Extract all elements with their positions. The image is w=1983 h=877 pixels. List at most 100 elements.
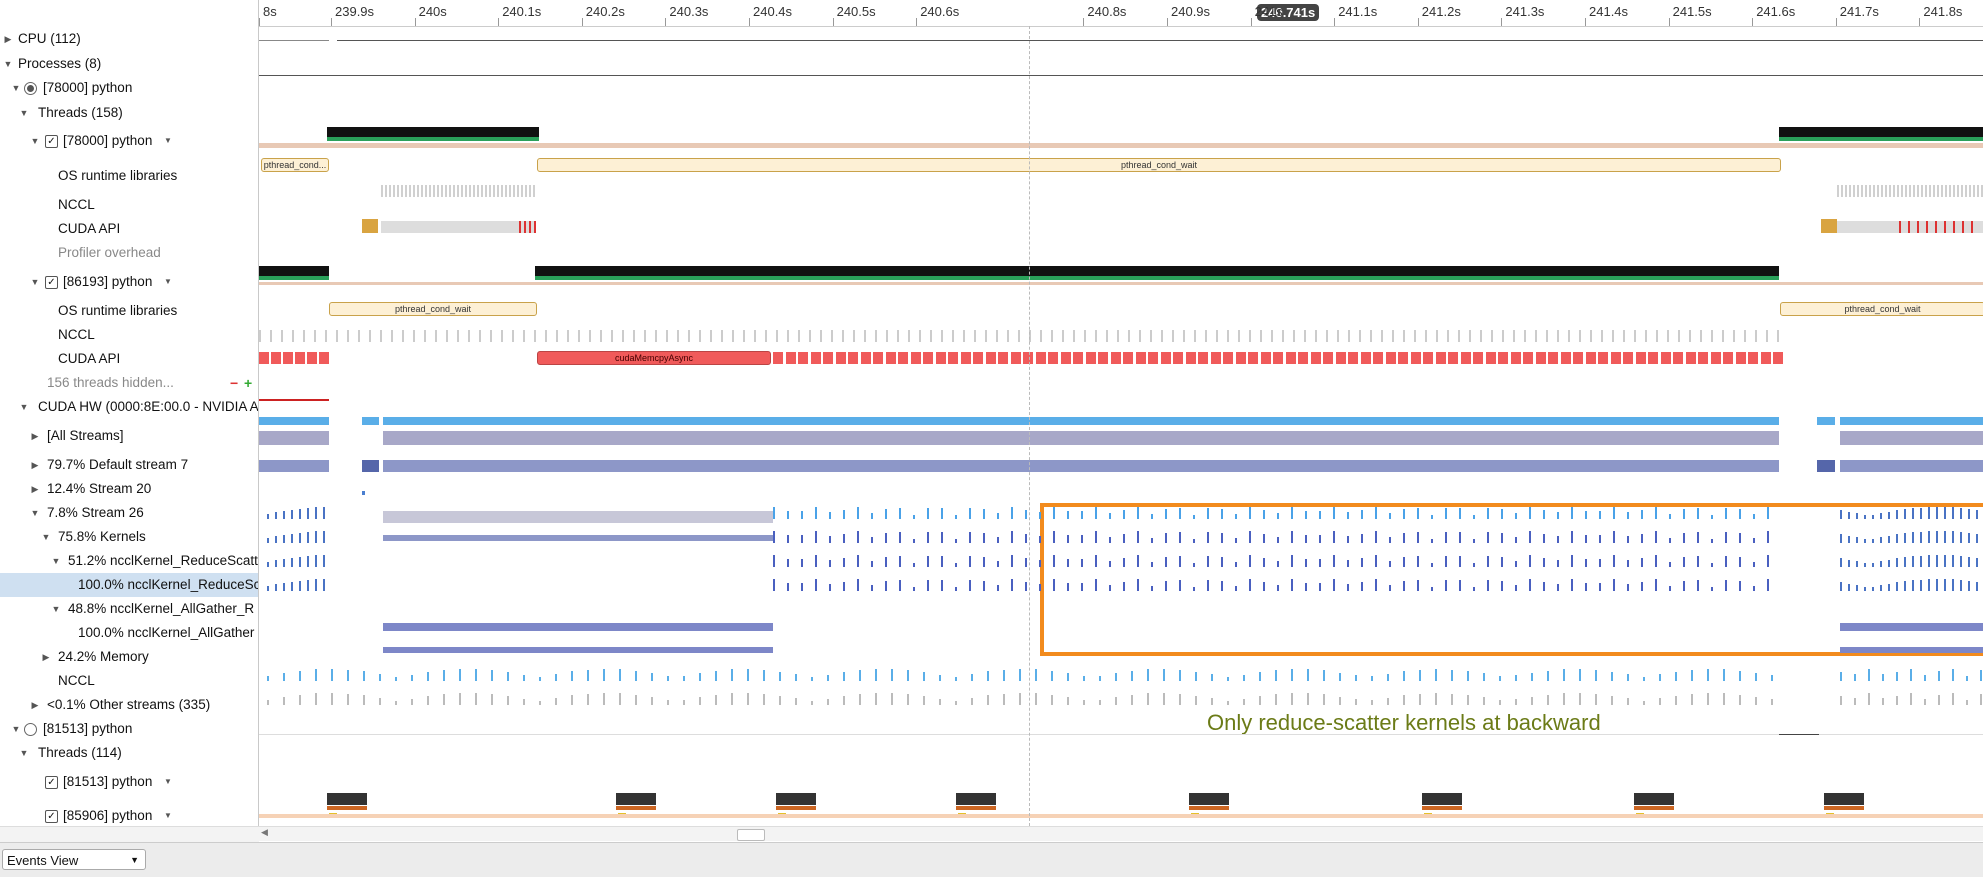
- tree-row-process-81513[interactable]: ▼ [81513] python: [0, 717, 258, 741]
- tree-row-stream-26[interactable]: ▼ 7.8% Stream 26: [0, 501, 258, 525]
- caret-down-icon[interactable]: ▼: [163, 270, 173, 294]
- tree-row-processes[interactable]: ▼ Processes (8): [0, 52, 258, 76]
- expand-icon[interactable]: ▶: [30, 693, 40, 717]
- checkbox-icon[interactable]: ✓: [45, 810, 58, 823]
- timeline-canvas[interactable]: pthread_cond... pthread_cond_wait pthrea…: [259, 27, 1983, 827]
- tree-row-profiler-overhead[interactable]: Profiler overhead: [0, 241, 258, 265]
- cuda-api-bar: [860, 352, 871, 364]
- kernel-tick: [275, 536, 277, 543]
- time-ruler[interactable]: 240.741s 8s 239.9s 240s 240.1s 240.2s 240.3s 2…: [259, 0, 1983, 27]
- tree-row-other-streams[interactable]: ▶ <0.1% Other streams (335): [0, 693, 258, 717]
- tree-row-cuda-api-1[interactable]: CUDA API: [0, 217, 258, 241]
- tree-row-stream-20[interactable]: ▶ 12.4% Stream 20: [0, 477, 258, 501]
- expand-icon[interactable]: ▶: [30, 477, 40, 501]
- pthread-range-label[interactable]: pthread_cond_wait: [329, 302, 537, 316]
- expand-icon[interactable]: ▶: [41, 645, 51, 669]
- kernel-tick: [1739, 581, 1741, 591]
- cuda-api-bar: [1373, 352, 1383, 364]
- tree-row-cuda-hw[interactable]: ▼ CUDA HW (0000:8E:00.0 - NVIDIA A: [0, 395, 258, 419]
- collapse-icon[interactable]: ▼: [51, 549, 61, 573]
- kernel-tick: [1904, 557, 1906, 567]
- expand-icon[interactable]: ▶: [30, 424, 40, 448]
- pthread-range-label[interactable]: pthread_cond_wait: [537, 158, 1781, 172]
- kernel-tick: [1944, 531, 1946, 543]
- collapse-icon[interactable]: ▼: [3, 52, 13, 76]
- memory-tick: [1355, 675, 1357, 681]
- tree-row-threads-158[interactable]: ▼ Threads (158): [0, 101, 258, 125]
- tree-row-osrt-1[interactable]: OS runtime libraries: [0, 164, 258, 188]
- plus-icon[interactable]: +: [244, 371, 252, 395]
- radio-icon[interactable]: [24, 723, 37, 736]
- tree-row-thread-78000[interactable]: ▼ ✓ [78000] python ▼: [0, 129, 258, 153]
- collapse-icon[interactable]: ▼: [19, 101, 29, 125]
- cuda-api-bar: [1698, 352, 1708, 364]
- tree-row-cpu[interactable]: ▶ CPU (112): [0, 27, 258, 51]
- tree-row-process-78000[interactable]: ▼ [78000] python: [0, 76, 258, 100]
- tree-row-osrt-2[interactable]: OS runtime libraries: [0, 299, 258, 323]
- tree-row-allgather[interactable]: ▼ 48.8% ncclKernel_AllGather_R: [0, 597, 258, 621]
- memory-tick: [347, 670, 349, 681]
- collapse-icon[interactable]: ▼: [19, 395, 29, 419]
- collapse-icon[interactable]: ▼: [51, 597, 61, 621]
- cuda-memcpy-range-label[interactable]: cudaMemcpyAsync: [537, 351, 771, 365]
- kernel-tick: [1697, 508, 1699, 519]
- nccl-marker: [1873, 185, 1875, 197]
- tree-row-reduce-scatter[interactable]: ▼ 51.2% ncclKernel_ReduceScatt: [0, 549, 258, 573]
- horizontal-scrollbar[interactable]: ◀: [259, 826, 1983, 841]
- nccl-tick: [379, 698, 381, 705]
- radio-icon[interactable]: [24, 82, 37, 95]
- pthread-range-label[interactable]: pthread_cond_wait: [1780, 302, 1983, 316]
- tree-row-thread-86193[interactable]: ▼ ✓ [86193] python ▼: [0, 270, 258, 294]
- checkbox-icon[interactable]: ✓: [45, 135, 58, 148]
- kernel-tick: [1571, 531, 1573, 543]
- kernel-tick: [1543, 558, 1545, 567]
- caret-down-icon[interactable]: ▼: [163, 129, 173, 153]
- tree-row-nccl-2[interactable]: NCCL: [0, 323, 258, 347]
- tree-row-nccl-3[interactable]: NCCL: [0, 669, 258, 693]
- tree-row-memory[interactable]: ▶ 24.2% Memory: [0, 645, 258, 669]
- tree-row-reduce-scatter-100[interactable]: 100.0% ncclKernel_ReduceSc: [0, 573, 258, 597]
- tree-row-threads-hidden[interactable]: 156 threads hidden... − +: [0, 371, 258, 395]
- ruler-tick-label: 241.6s: [1756, 4, 1796, 19]
- checkbox-icon[interactable]: ✓: [45, 776, 58, 789]
- cuda-api-bar: [1660, 352, 1671, 364]
- caret-down-icon[interactable]: ▼: [163, 770, 173, 794]
- pthread-range-label[interactable]: pthread_cond...: [261, 158, 329, 172]
- memory-tick: [747, 669, 749, 681]
- tree-row-thread-81513[interactable]: ✓ [81513] python ▼: [0, 770, 258, 794]
- tree-row-cuda-api-2[interactable]: CUDA API: [0, 347, 258, 371]
- collapse-icon[interactable]: ▼: [30, 501, 40, 525]
- caret-down-icon[interactable]: ▼: [163, 804, 173, 826]
- nccl-tick: [1723, 693, 1725, 705]
- kernel-tick: [857, 507, 859, 519]
- tree-row-thread-85906[interactable]: ✓ [85906] python ▼: [0, 804, 258, 826]
- kernel-tick: [1207, 532, 1209, 543]
- tree-row-stream-7[interactable]: ▶ 79.7% Default stream 7: [0, 453, 258, 477]
- expand-icon[interactable]: ▶: [3, 27, 13, 51]
- tree-row-threads-114[interactable]: ▼ Threads (114): [0, 741, 258, 765]
- kernel-tick: [1221, 581, 1223, 591]
- tree-row-kernels[interactable]: ▼ 75.8% Kernels: [0, 525, 258, 549]
- collapse-icon[interactable]: ▼: [30, 270, 40, 294]
- nccl-tick: [811, 701, 813, 705]
- kernel-tick: [1249, 507, 1251, 519]
- cuda-api-bar: [1185, 352, 1196, 364]
- minus-icon[interactable]: −: [230, 371, 238, 395]
- collapse-icon[interactable]: ▼: [11, 76, 21, 100]
- scroll-left-icon[interactable]: ◀: [261, 827, 268, 838]
- row-label: [78000] python: [43, 80, 133, 95]
- nccl-marker: [1961, 185, 1963, 197]
- all-streams-activity: [1840, 431, 1983, 445]
- collapse-icon[interactable]: ▼: [30, 129, 40, 153]
- checkbox-icon[interactable]: ✓: [45, 276, 58, 289]
- tree-row-all-streams[interactable]: ▶ [All Streams]: [0, 424, 258, 448]
- collapse-icon[interactable]: ▼: [19, 741, 29, 765]
- collapse-icon[interactable]: ▼: [41, 525, 51, 549]
- view-select[interactable]: Events View ▼: [2, 849, 146, 870]
- expand-icon[interactable]: ▶: [30, 453, 40, 477]
- tree-row-allgather-100[interactable]: 100.0% ncclKernel_AllGather: [0, 621, 258, 645]
- collapse-icon[interactable]: ▼: [11, 717, 21, 741]
- tree-row-nccl-1[interactable]: NCCL: [0, 193, 258, 217]
- scroll-thumb[interactable]: [737, 829, 765, 841]
- ruler-tick-mark: [665, 18, 667, 26]
